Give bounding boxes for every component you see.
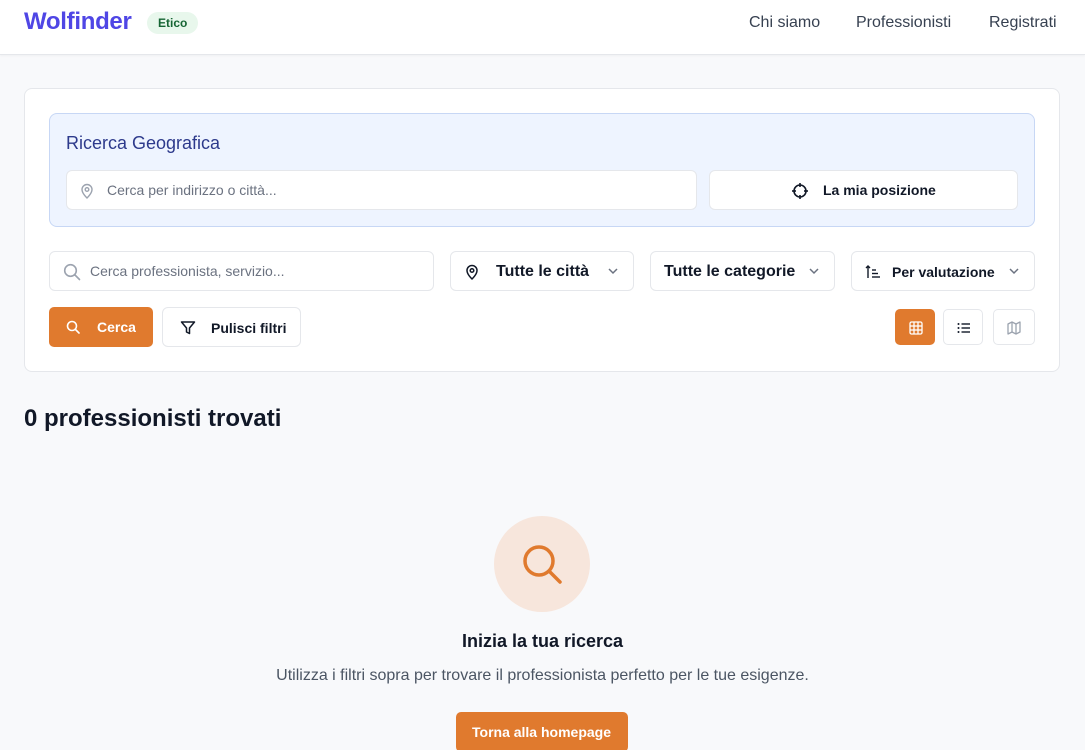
- sort-select[interactable]: Per valutazione: [851, 251, 1035, 291]
- list-icon: [957, 323, 970, 333]
- chevron-down-icon: [608, 268, 618, 275]
- search-icon: [66, 320, 80, 334]
- brand-logo[interactable]: Wolfinder: [24, 8, 132, 36]
- search-card: Ricerca Geografica Cerca per indirizzo o…: [24, 88, 1060, 372]
- geo-search-title: Ricerca Geografica: [66, 133, 221, 153]
- clear-filters-button[interactable]: Pulisci filtri: [162, 307, 301, 347]
- search-button[interactable]: Cerca: [49, 307, 153, 347]
- map-pin-icon: [81, 183, 93, 199]
- nav-link-registrati[interactable]: Registrati: [989, 14, 1057, 32]
- grid-view-button[interactable]: [895, 309, 935, 345]
- empty-state-title: Inizia la tua ricerca: [461, 631, 624, 651]
- map-icon: [1007, 321, 1021, 335]
- back-to-homepage-label: Torna alla homepage: [472, 724, 611, 740]
- chevron-down-icon: [809, 268, 819, 275]
- professional-search-input[interactable]: Cerca professionista, servizio...: [49, 251, 434, 291]
- category-select-value: Tutte le categorie: [664, 263, 796, 280]
- empty-state-description: Utilizza i filtri sopra per trovare il p…: [276, 667, 809, 684]
- city-select[interactable]: Tutte le città: [450, 251, 634, 291]
- grid-icon: [909, 321, 923, 335]
- chevron-down-icon: [1009, 268, 1019, 275]
- filter-icon: [180, 321, 196, 335]
- back-to-homepage-button[interactable]: Torna alla homepage: [456, 712, 628, 750]
- top-navbar: Wolfinder Etico Chi siamo Professionisti…: [0, 0, 1085, 55]
- sort-select-value: Per valutazione: [892, 264, 995, 280]
- nav-link-chi-siamo[interactable]: Chi siamo: [749, 14, 820, 32]
- crosshair-icon: [792, 183, 808, 199]
- city-select-value: Tutte le città: [496, 263, 590, 280]
- list-view-button[interactable]: [943, 309, 983, 345]
- nav-link-professionisti[interactable]: Professionisti: [856, 14, 951, 32]
- etico-badge: Etico: [147, 12, 199, 34]
- search-icon: [523, 545, 562, 584]
- search-icon: [63, 263, 81, 281]
- empty-state-icon-wrapper: [494, 516, 590, 612]
- map-pin-icon: [466, 264, 478, 280]
- address-search-input[interactable]: Cerca per indirizzo o città...: [66, 170, 697, 210]
- search-button-label: Cerca: [97, 319, 136, 335]
- my-location-label: La mia posizione: [823, 182, 936, 198]
- category-select[interactable]: Tutte le categorie: [650, 251, 835, 291]
- address-search-placeholder: Cerca per indirizzo o città...: [107, 182, 277, 198]
- sort-icon: [865, 265, 880, 278]
- clear-filters-label: Pulisci filtri: [211, 320, 287, 336]
- results-count: 0 professionisti trovati: [24, 405, 282, 432]
- my-location-button[interactable]: La mia posizione: [709, 170, 1018, 210]
- map-view-button[interactable]: [993, 309, 1035, 345]
- professional-search-placeholder: Cerca professionista, servizio...: [90, 263, 285, 279]
- geo-search-panel: Ricerca Geografica Cerca per indirizzo o…: [49, 113, 1035, 227]
